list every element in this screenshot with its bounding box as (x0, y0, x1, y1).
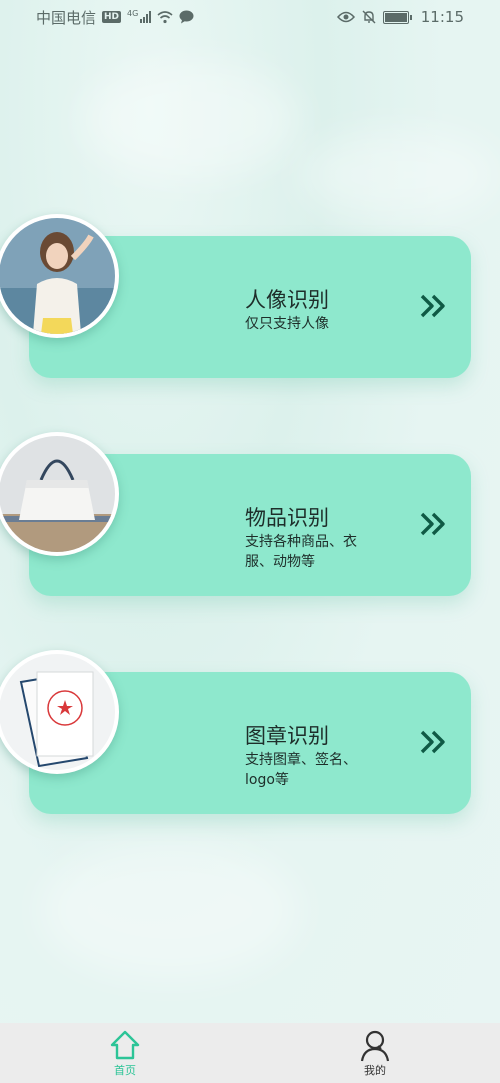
card-subtitle: 仅只支持人像 (245, 316, 329, 332)
card-title: 人像识别 (245, 288, 329, 312)
card-portrait-recognition[interactable]: 人像识别 仅只支持人像 (0, 214, 471, 378)
stamp-document-icon (0, 654, 115, 770)
stamp-thumbnail (0, 650, 119, 774)
card-title: 物品识别 (245, 506, 329, 530)
double-chevron-right-icon[interactable] (419, 292, 447, 320)
background-cloud (300, 130, 500, 220)
home-icon (110, 1030, 140, 1060)
card-title: 图章识别 (245, 724, 329, 748)
status-left: 中国电信 HD 4G (36, 7, 194, 28)
signal-icon (140, 11, 152, 23)
object-thumbnail (0, 432, 119, 556)
message-icon (179, 10, 194, 24)
nav-item-mine[interactable]: 我的 (250, 1023, 500, 1083)
bottom-nav: 首页 我的 (0, 1023, 500, 1083)
background-cloud (40, 840, 300, 980)
carrier-name: 中国电信 (36, 8, 97, 27)
card-subtitle: 支持图章、签名、logo等 (245, 752, 357, 788)
nav-label-mine: 我的 (364, 1064, 386, 1077)
double-chevron-right-icon[interactable] (419, 728, 447, 756)
portrait-thumbnail (0, 214, 119, 338)
background-cloud (80, 60, 300, 180)
hd-badge: HD (102, 11, 122, 23)
eye-icon (336, 11, 355, 23)
status-bar: 中国电信 HD 4G 11:15 (0, 0, 500, 34)
portrait-photo-icon (0, 218, 115, 334)
clock: 11:15 (420, 8, 464, 26)
user-icon (360, 1030, 390, 1062)
card-stamp-recognition[interactable]: 图章识别 支持图章、签名、logo等 (0, 650, 471, 814)
wifi-icon (157, 10, 173, 23)
card-subtitle: 支持各种商品、衣服、动物等 (245, 534, 357, 570)
status-right: 11:15 (336, 8, 464, 26)
network-type: 4G (127, 8, 139, 18)
battery-icon (382, 10, 412, 24)
handbag-photo-icon (0, 436, 115, 552)
double-chevron-right-icon[interactable] (419, 510, 447, 538)
card-object-recognition[interactable]: 物品识别 支持各种商品、衣服、动物等 (0, 432, 471, 596)
nav-item-home[interactable]: 首页 (0, 1023, 250, 1083)
nav-label-home: 首页 (114, 1064, 136, 1077)
mute-bell-icon (362, 10, 376, 24)
